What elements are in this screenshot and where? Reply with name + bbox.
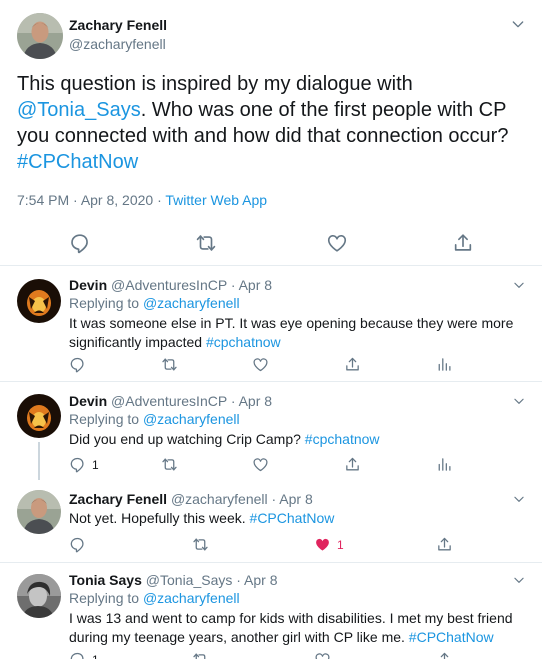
author-name[interactable]: Zachary Fenell [69, 17, 167, 33]
author-name[interactable]: Zachary Fenell [69, 491, 167, 507]
hashtag-link[interactable]: #cpchatnow [206, 334, 281, 350]
mention-link[interactable]: @zacharyfenell [143, 295, 240, 311]
reply-header: Tonia Says @Tonia_Says · Apr 8 [69, 572, 278, 588]
replying-label: Replying to [69, 411, 143, 427]
reply-count: 1 [92, 653, 99, 659]
share-icon[interactable] [436, 651, 453, 659]
tweet-text: This question is inspired by my dialogue… [17, 71, 532, 175]
author-handle[interactable]: @AdventuresInCP [111, 277, 227, 293]
replying-label: Replying to [69, 590, 143, 606]
reply-icon[interactable] [69, 356, 92, 373]
tweet-date[interactable]: · Apr 8 [236, 572, 277, 588]
author-handle[interactable]: @zacharyfenell [171, 491, 268, 507]
reply-actions [0, 356, 542, 374]
avatar[interactable] [17, 394, 61, 438]
author-handle[interactable]: @Tonia_Says [146, 572, 233, 588]
share-icon[interactable] [344, 356, 361, 373]
reply-count: 1 [92, 457, 99, 472]
reply-actions: 1 [0, 651, 542, 659]
like-icon[interactable] [326, 232, 348, 254]
reply-text: I was 13 and went to camp for kids with … [69, 609, 529, 647]
reply-icon[interactable] [69, 536, 92, 553]
mention-link[interactable]: @zacharyfenell [143, 590, 240, 606]
chevron-down-icon[interactable] [512, 573, 526, 587]
reply-icon[interactable]: 1 [69, 456, 99, 473]
share-icon[interactable] [344, 456, 361, 473]
replying-to: Replying to @zacharyfenell [69, 295, 240, 311]
tweet-date[interactable]: · Apr 8 [231, 277, 272, 293]
mention-link[interactable]: @zacharyfenell [143, 411, 240, 427]
reply-text-part: It was someone else in PT. It was eye op… [69, 315, 514, 350]
like-icon[interactable] [252, 356, 275, 373]
reply-text-part: Not yet. Hopefully this week. [69, 510, 250, 526]
share-icon[interactable] [436, 536, 453, 553]
like-icon[interactable] [314, 651, 337, 659]
tweet-text-part: This question is inspired by my dialogue… [17, 73, 413, 95]
reply-tweet[interactable]: Devin @AdventuresInCP · Apr 8 Replying t… [0, 382, 542, 480]
tweet-meta: 7:54 PM · Apr 8, 2020 · Twitter Web App [17, 192, 267, 208]
tweet-source[interactable]: Twitter Web App [165, 192, 267, 208]
reply-tweet[interactable]: Devin @AdventuresInCP · Apr 8 Replying t… [0, 266, 542, 382]
reply-header: Devin @AdventuresInCP · Apr 8 [69, 393, 272, 409]
retweet-icon[interactable] [161, 356, 178, 373]
author-name[interactable]: Tonia Says [69, 572, 142, 588]
reply-header: Zachary Fenell @zacharyfenell · Apr 8 [69, 491, 313, 507]
author-handle[interactable]: @AdventuresInCP [111, 393, 227, 409]
reply-text-part: Did you end up watching Crip Camp? [69, 431, 305, 447]
chevron-down-icon[interactable] [510, 16, 526, 32]
chevron-down-icon[interactable] [512, 492, 526, 506]
tweet-date[interactable]: · Apr 8 [272, 491, 313, 507]
analytics-icon[interactable] [435, 356, 452, 373]
avatar[interactable] [17, 490, 61, 534]
retweet-icon[interactable] [192, 651, 209, 659]
retweet-icon[interactable] [192, 536, 209, 553]
reply-tweet[interactable]: Tonia Says @Tonia_Says · Apr 8 Replying … [0, 563, 542, 659]
tweet-time[interactable]: 7:54 PM [17, 192, 69, 208]
tweet-date[interactable]: · Apr 8 [231, 393, 272, 409]
meta-separator: · [69, 192, 81, 208]
reply-text: Not yet. Hopefully this week. #CPChatNow [69, 509, 529, 528]
tweet-date[interactable]: Apr 8, 2020 [81, 192, 153, 208]
author-name[interactable]: Devin [69, 393, 107, 409]
chevron-down-icon[interactable] [512, 394, 526, 408]
retweet-icon[interactable] [161, 456, 178, 473]
retweet-icon[interactable] [195, 232, 217, 254]
reply-actions: 1 [0, 536, 542, 554]
chevron-down-icon[interactable] [512, 278, 526, 292]
author-handle[interactable]: @zacharyfenell [69, 36, 166, 52]
share-icon[interactable] [452, 232, 474, 254]
reply-actions: 1 [0, 456, 542, 474]
reply-icon[interactable] [69, 232, 91, 254]
reply-icon[interactable]: 1 [69, 651, 99, 659]
replying-label: Replying to [69, 295, 143, 311]
like-icon[interactable] [252, 456, 275, 473]
replying-to: Replying to @zacharyfenell [69, 590, 240, 606]
like-icon[interactable]: 1 [314, 536, 344, 553]
tweet-actions [0, 232, 542, 256]
hashtag-link[interactable]: #CPChatNow [250, 510, 335, 526]
avatar[interactable] [17, 13, 63, 59]
like-count: 1 [337, 537, 344, 552]
main-tweet: Zachary Fenell @zacharyfenell This quest… [0, 0, 542, 266]
hashtag-link[interactable]: #CPChatNow [17, 151, 138, 173]
reply-text: It was someone else in PT. It was eye op… [69, 314, 529, 352]
meta-separator: · [153, 192, 166, 208]
replying-to: Replying to @zacharyfenell [69, 411, 240, 427]
reply-header: Devin @AdventuresInCP · Apr 8 [69, 277, 272, 293]
reply-tweet[interactable]: Zachary Fenell @zacharyfenell · Apr 8 No… [0, 480, 542, 563]
hashtag-link[interactable]: #CPChatNow [409, 629, 494, 645]
analytics-icon[interactable] [435, 456, 452, 473]
mention-link[interactable]: @Tonia_Says [17, 99, 141, 121]
avatar[interactable] [17, 574, 61, 618]
hashtag-link[interactable]: #cpchatnow [305, 431, 380, 447]
avatar[interactable] [17, 279, 61, 323]
reply-text: Did you end up watching Crip Camp? #cpch… [69, 430, 529, 449]
author-name[interactable]: Devin [69, 277, 107, 293]
